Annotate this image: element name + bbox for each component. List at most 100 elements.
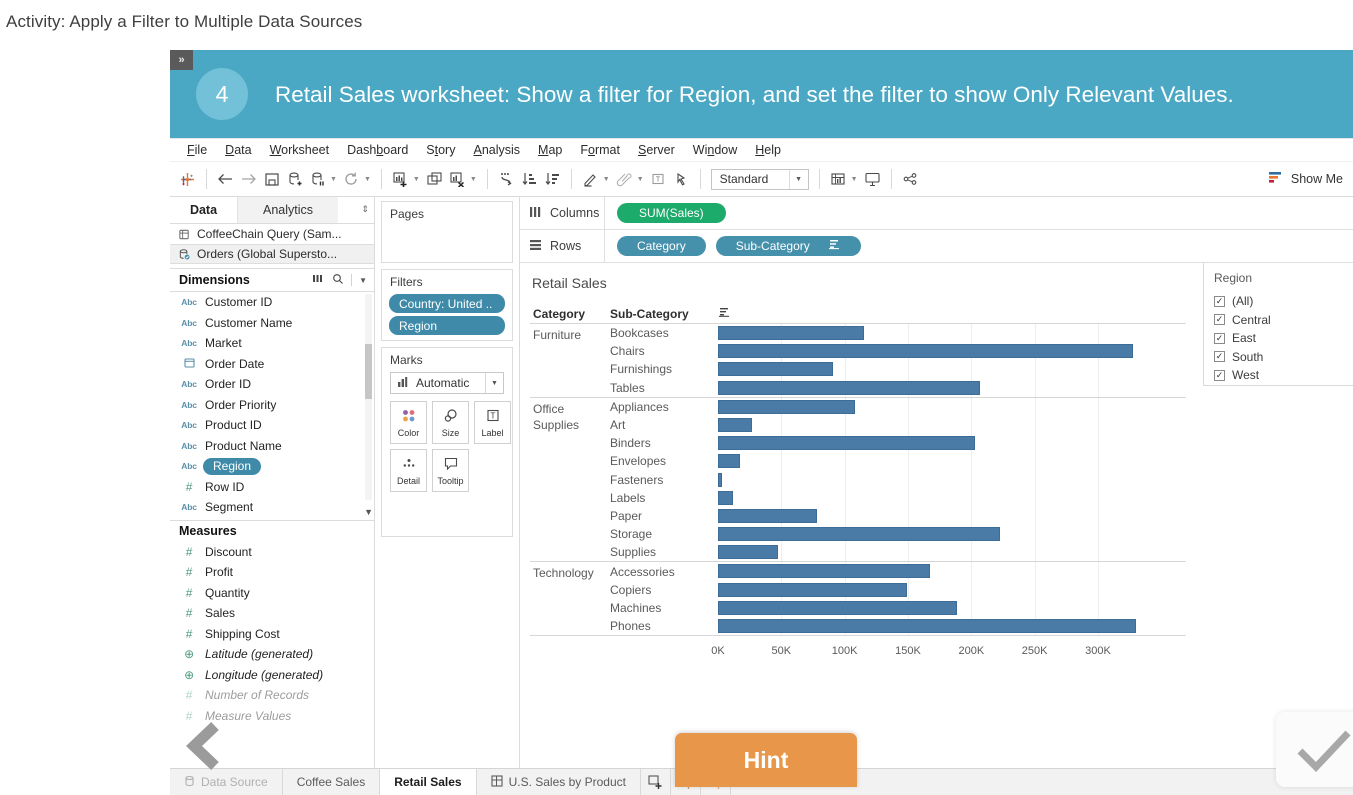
field-market[interactable]: AbcMarket bbox=[170, 333, 374, 354]
menu-map[interactable]: Map bbox=[529, 143, 571, 157]
field-region[interactable]: AbcRegion bbox=[170, 456, 374, 477]
duplicate-sheet-icon[interactable] bbox=[423, 168, 446, 191]
totals-caret[interactable]: ▼ bbox=[851, 176, 858, 183]
marks-label-button[interactable]: T Label bbox=[474, 401, 511, 444]
highlight-icon[interactable] bbox=[579, 168, 602, 191]
pages-card[interactable]: Pages bbox=[381, 201, 513, 263]
bar[interactable] bbox=[718, 564, 930, 578]
checkbox-icon[interactable]: ✓ bbox=[1214, 351, 1225, 362]
menu-window[interactable]: Window bbox=[684, 143, 746, 157]
field-product-id[interactable]: AbcProduct ID bbox=[170, 415, 374, 436]
presentation-mode-icon[interactable] bbox=[861, 168, 884, 191]
highlight-caret[interactable]: ▼ bbox=[603, 176, 610, 183]
bar[interactable] bbox=[718, 381, 980, 395]
bar[interactable] bbox=[718, 473, 722, 487]
group-members-icon[interactable] bbox=[613, 168, 636, 191]
forward-arrow-icon[interactable] bbox=[237, 168, 260, 191]
chevron-down-icon[interactable]: ▼ bbox=[485, 373, 503, 393]
pill-sum-sales[interactable]: SUM(Sales) bbox=[617, 203, 726, 223]
region-filter-item[interactable]: ✓(All) bbox=[1214, 292, 1353, 311]
pill-category[interactable]: Category bbox=[617, 236, 706, 256]
tableau-logo-icon[interactable] bbox=[176, 168, 199, 191]
refresh-dropdown-caret[interactable]: ▼ bbox=[364, 176, 371, 183]
menu-format[interactable]: Format bbox=[571, 143, 629, 157]
sort-ascending-icon[interactable] bbox=[518, 168, 541, 191]
tab-coffee-sales[interactable]: Coffee Sales bbox=[283, 769, 381, 795]
field-longitude[interactable]: ⊕Longitude (generated) bbox=[170, 665, 374, 686]
field-customer-id[interactable]: AbcCustomer ID bbox=[170, 292, 374, 313]
back-arrow-icon[interactable] bbox=[214, 168, 237, 191]
bar[interactable] bbox=[718, 436, 975, 450]
menu-file[interactable]: File bbox=[178, 143, 216, 157]
tab-retail-sales[interactable]: Retail Sales bbox=[380, 769, 476, 795]
filters-card[interactable]: Filters Country: United .. Region bbox=[381, 269, 513, 341]
search-icon[interactable] bbox=[332, 273, 344, 288]
checkbox-icon[interactable]: ✓ bbox=[1214, 314, 1225, 325]
menu-analysis[interactable]: Analysis bbox=[464, 143, 529, 157]
checkbox-icon[interactable]: ✓ bbox=[1214, 370, 1225, 381]
bar[interactable] bbox=[718, 527, 1000, 541]
datasource-dropdown-caret[interactable]: ▼ bbox=[330, 176, 337, 183]
marks-type-select[interactable]: Automatic ▼ bbox=[390, 372, 504, 394]
new-worksheet-button[interactable] bbox=[641, 769, 671, 795]
group-caret[interactable]: ▼ bbox=[637, 176, 644, 183]
marks-card[interactable]: Marks Automatic ▼ Color bbox=[381, 347, 513, 537]
bar[interactable] bbox=[718, 362, 833, 376]
dimensions-scrollbar[interactable] bbox=[365, 294, 372, 500]
field-shipping-cost[interactable]: #Shipping Cost bbox=[170, 624, 374, 645]
rows-shelf[interactable]: Rows Category Sub-Category bbox=[520, 230, 1353, 263]
chevron-down-icon[interactable]: ▼ bbox=[789, 170, 808, 189]
field-latitude[interactable]: ⊕Latitude (generated) bbox=[170, 644, 374, 665]
data-source-coffeechain[interactable]: CoffeeChain Query (Sam... bbox=[170, 224, 374, 244]
bar[interactable] bbox=[718, 418, 752, 432]
refresh-icon[interactable] bbox=[340, 168, 363, 191]
region-filter-item[interactable]: ✓West bbox=[1214, 366, 1353, 385]
bar[interactable] bbox=[718, 400, 855, 414]
marks-color-button[interactable]: Color bbox=[390, 401, 427, 444]
bar[interactable] bbox=[718, 491, 733, 505]
swap-rows-columns-icon[interactable] bbox=[495, 168, 518, 191]
filter-pill-country[interactable]: Country: United .. bbox=[389, 294, 505, 313]
columns-drop-area[interactable]: SUM(Sales) bbox=[605, 203, 726, 223]
marks-size-button[interactable]: Size bbox=[432, 401, 469, 444]
menu-data[interactable]: Data bbox=[216, 143, 260, 157]
previous-button[interactable] bbox=[182, 718, 230, 774]
field-order-priority[interactable]: AbcOrder Priority bbox=[170, 395, 374, 416]
data-source-orders[interactable]: Orders (Global Supersto... bbox=[170, 244, 374, 264]
show-me-button[interactable]: Show Me bbox=[1268, 171, 1343, 188]
fix-axes-icon[interactable] bbox=[670, 168, 693, 191]
chevron-down-icon[interactable]: ▼ bbox=[359, 276, 370, 285]
checkbox-icon[interactable]: ✓ bbox=[1214, 333, 1225, 344]
tab-analytics[interactable]: Analytics bbox=[238, 197, 338, 223]
grid-view-icon[interactable] bbox=[312, 273, 325, 287]
field-order-date[interactable]: Order Date bbox=[170, 354, 374, 375]
field-row-id[interactable]: #Row ID bbox=[170, 477, 374, 498]
bar[interactable] bbox=[718, 326, 864, 340]
rows-drop-area[interactable]: Category Sub-Category bbox=[605, 236, 861, 256]
menu-server[interactable]: Server bbox=[629, 143, 684, 157]
region-filter-item[interactable]: ✓East bbox=[1214, 329, 1353, 348]
clear-sheet-icon[interactable] bbox=[446, 168, 469, 191]
pause-data-source-icon[interactable] bbox=[306, 168, 329, 191]
scroll-down-arrow[interactable]: ▼ bbox=[364, 507, 373, 517]
submit-check-button[interactable] bbox=[1276, 712, 1353, 787]
bar[interactable] bbox=[718, 545, 778, 559]
show-mark-labels-icon[interactable]: T bbox=[647, 168, 670, 191]
menu-help[interactable]: Help bbox=[746, 143, 790, 157]
tab-data[interactable]: Data bbox=[170, 197, 238, 223]
field-customer-name[interactable]: AbcCustomer Name bbox=[170, 313, 374, 334]
sort-icon[interactable] bbox=[718, 307, 738, 321]
totals-icon[interactable] bbox=[827, 168, 850, 191]
clear-sheet-caret[interactable]: ▼ bbox=[470, 176, 477, 183]
region-filter-card[interactable]: Region ✓(All)✓Central✓East✓South✓West bbox=[1203, 263, 1353, 386]
filter-pill-region[interactable]: Region bbox=[389, 316, 505, 335]
marks-detail-button[interactable]: Detail bbox=[390, 449, 427, 492]
field-quantity[interactable]: #Quantity bbox=[170, 583, 374, 604]
columns-shelf[interactable]: Columns SUM(Sales) bbox=[520, 197, 1353, 230]
new-data-source-icon[interactable] bbox=[283, 168, 306, 191]
field-product-name[interactable]: AbcProduct Name bbox=[170, 436, 374, 457]
fit-select[interactable]: Standard ▼ bbox=[711, 169, 809, 190]
bar[interactable] bbox=[718, 601, 957, 615]
field-order-id[interactable]: AbcOrder ID bbox=[170, 374, 374, 395]
field-sales[interactable]: #Sales bbox=[170, 603, 374, 624]
